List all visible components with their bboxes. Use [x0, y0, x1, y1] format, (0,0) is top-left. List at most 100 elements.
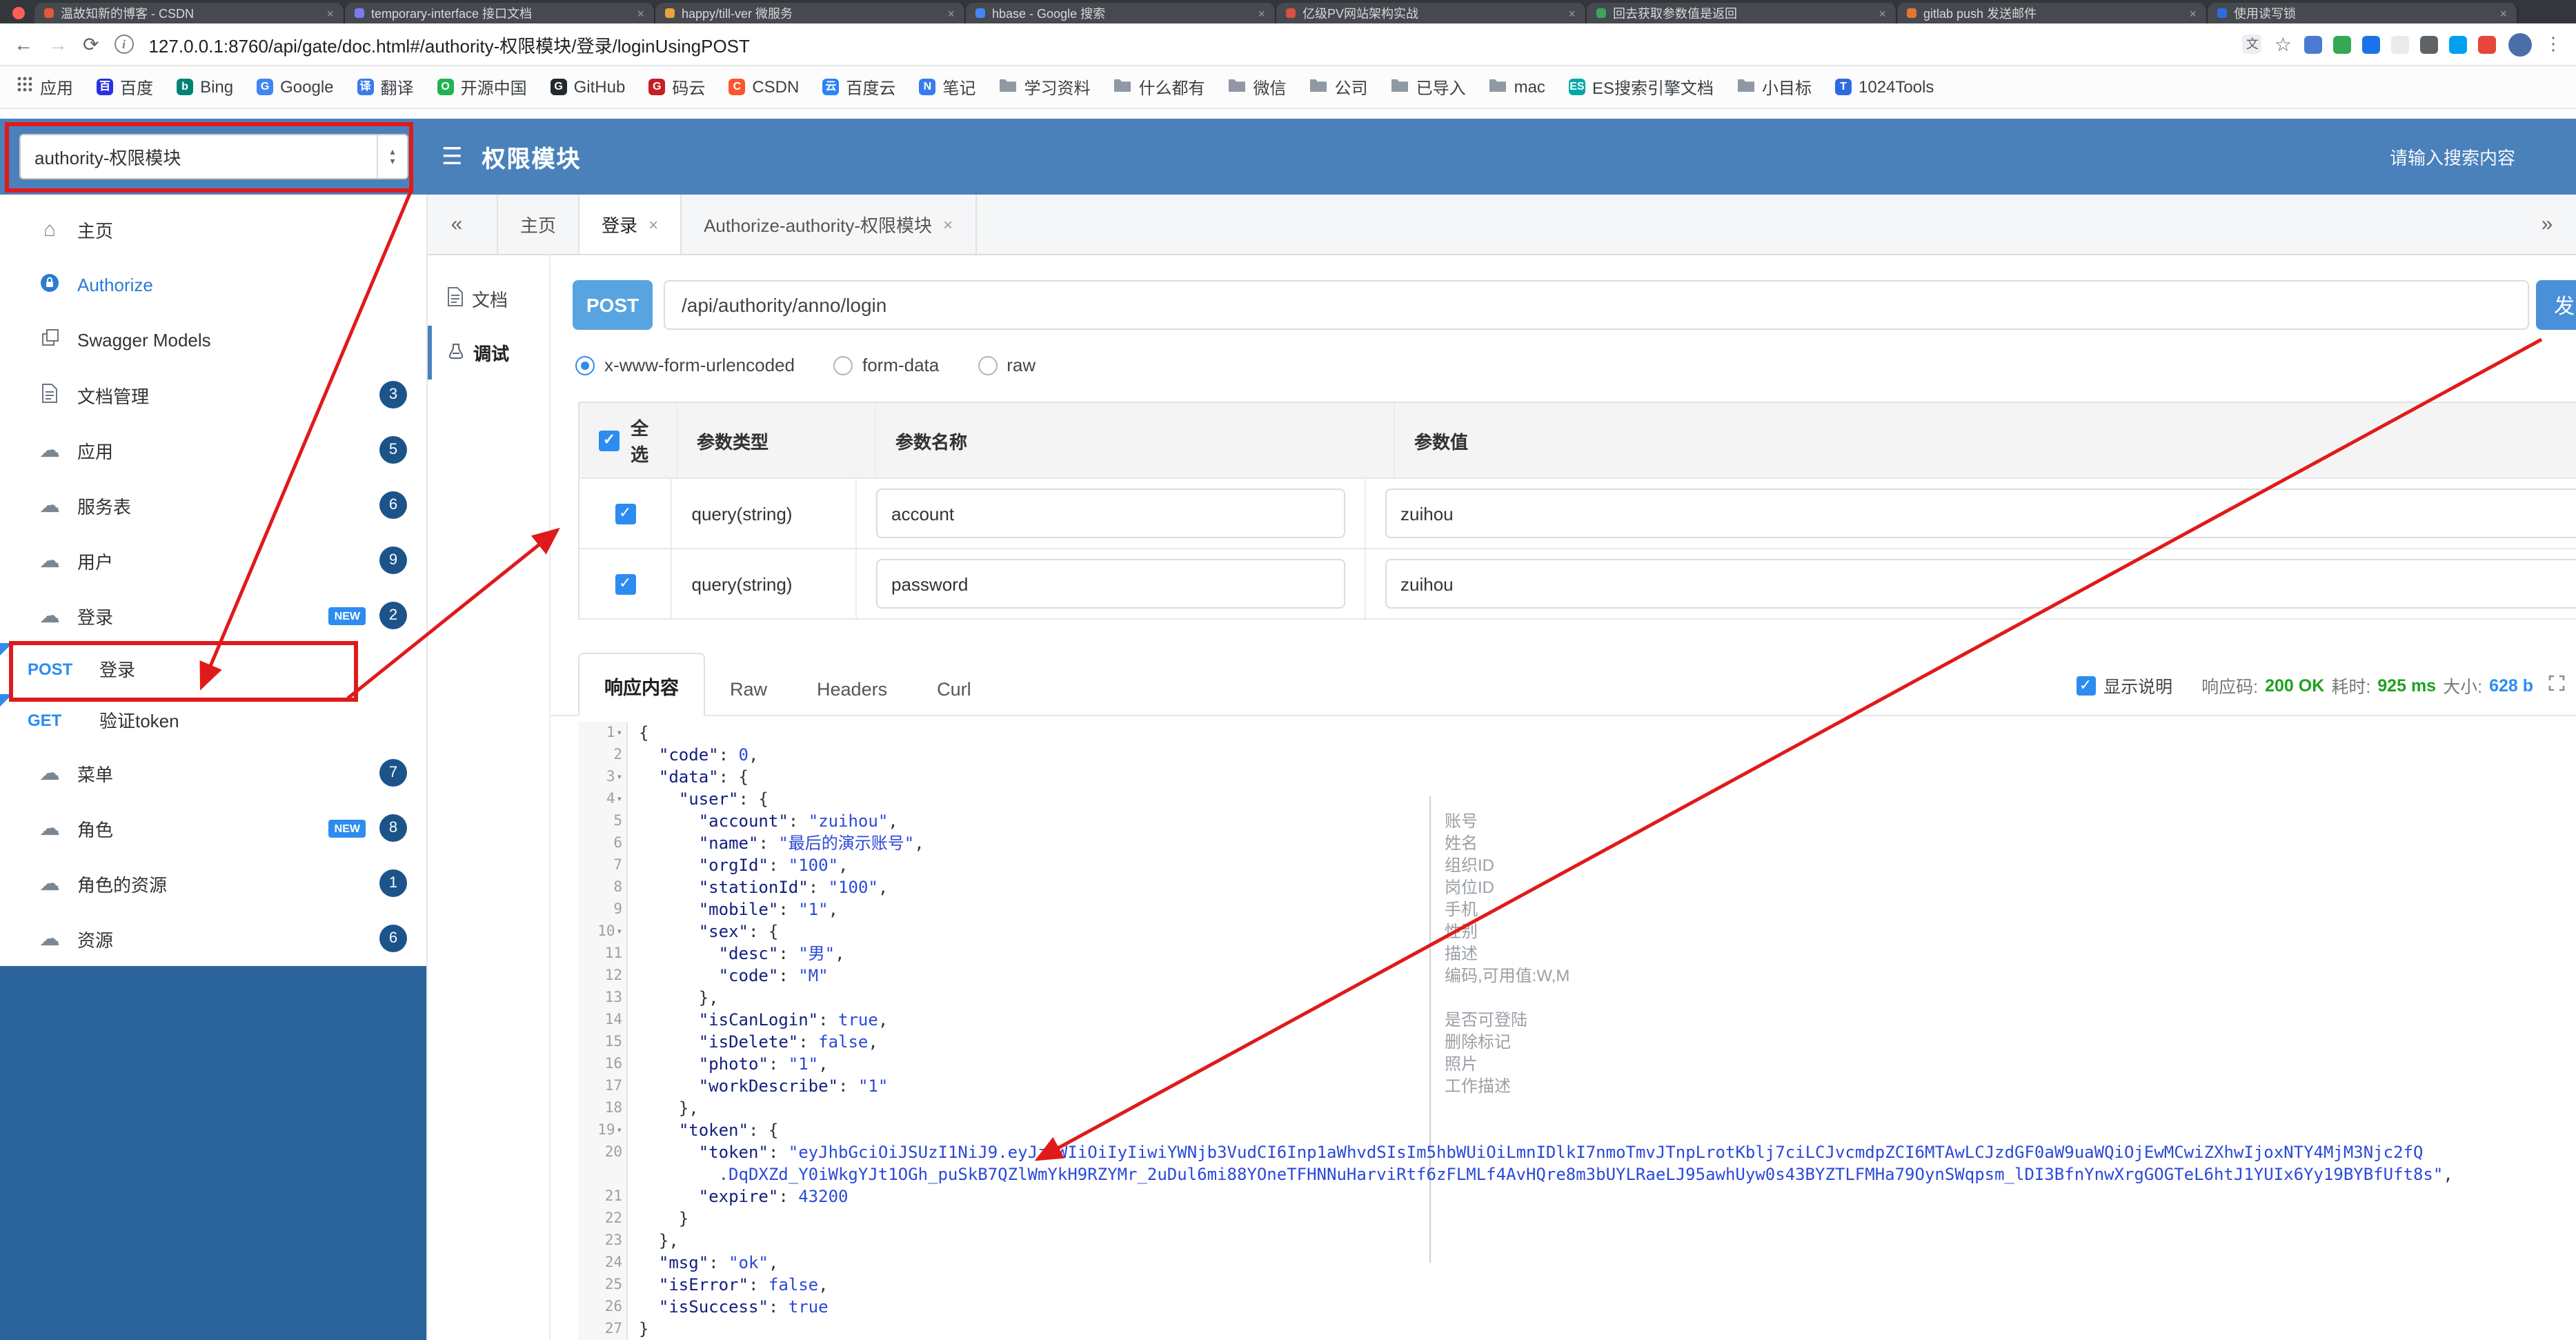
- bookmark-item[interactable]: 百百度: [97, 75, 153, 99]
- line-number[interactable]: 15: [578, 1031, 628, 1053]
- browser-tab[interactable]: 回去获取参数值是返回 ×: [1587, 3, 1897, 23]
- tab-close-icon[interactable]: ×: [2189, 6, 2197, 20]
- sidebar-item-1[interactable]: Authorize: [0, 257, 426, 312]
- param-value-input[interactable]: zuihou: [1385, 489, 2576, 538]
- radio-dot-icon[interactable]: [978, 355, 998, 375]
- header-search-placeholder[interactable]: 请输入搜索内容: [2390, 144, 2515, 170]
- line-number[interactable]: 13: [578, 987, 628, 1009]
- radio-dot-icon[interactable]: [833, 355, 853, 375]
- fold-caret-icon[interactable]: ▾: [617, 920, 622, 943]
- tab-close-icon[interactable]: ×: [947, 6, 955, 20]
- back-icon[interactable]: ←: [14, 33, 33, 55]
- extension-icon[interactable]: [2362, 35, 2380, 53]
- tab-close-icon[interactable]: ×: [637, 6, 644, 20]
- site-info-icon[interactable]: i: [114, 35, 134, 54]
- bookmark-item[interactable]: G 码云: [648, 75, 705, 99]
- sidebar-item-12[interactable]: ☁ 角色的资源 1: [0, 856, 426, 911]
- line-number[interactable]: 8: [578, 876, 628, 898]
- extension-icon[interactable]: [2304, 35, 2322, 53]
- extension-icon[interactable]: [2333, 35, 2351, 53]
- forward-icon[interactable]: →: [48, 33, 68, 55]
- bookmark-item[interactable]: 微信: [1229, 75, 1287, 99]
- bookmark-item[interactable]: G GitHub: [550, 77, 625, 97]
- param-checkbox[interactable]: ✓: [615, 573, 636, 594]
- sidebar-endpoint-post[interactable]: POST 登录: [0, 643, 426, 694]
- browser-tab[interactable]: 使用读写锁 ×: [2208, 3, 2518, 23]
- collapse-sidebar-icon[interactable]: «: [428, 195, 486, 254]
- param-checkbox[interactable]: ✓: [615, 503, 636, 524]
- sidebar-item-2[interactable]: Swagger Models: [0, 312, 426, 367]
- tab-close-icon[interactable]: ×: [2499, 6, 2507, 20]
- response-body-editor[interactable]: 1 ▾{2 "code": 0, 3 ▾ "data": {4 ▾ "user": {5…: [578, 716, 2576, 1340]
- browser-menu-icon[interactable]: ⋮: [2544, 33, 2562, 55]
- fold-caret-icon[interactable]: ▾: [617, 766, 622, 788]
- bookmark-item[interactable]: ES ES搜索引擎文档: [1568, 75, 1714, 99]
- response-tab[interactable]: Headers: [792, 661, 912, 715]
- extension-icon[interactable]: [2449, 35, 2467, 53]
- module-select[interactable]: authority-权限模块 ▴ ▾: [19, 134, 408, 179]
- line-number[interactable]: 23: [578, 1230, 628, 1252]
- content-tab-2[interactable]: Authorize-authority-权限模块 ×: [682, 195, 977, 254]
- bookmark-item[interactable]: 译翻译: [357, 75, 414, 99]
- radio-dot-icon[interactable]: [575, 355, 595, 375]
- doc-tab[interactable]: 文档: [428, 272, 549, 326]
- bookmark-item[interactable]: 已导入: [1391, 75, 1466, 99]
- line-number[interactable]: 26: [578, 1296, 628, 1318]
- line-number[interactable]: 21: [578, 1185, 628, 1208]
- line-number[interactable]: 14: [578, 1009, 628, 1031]
- tab-close-icon[interactable]: ×: [1568, 6, 1576, 20]
- sidebar-endpoint-get[interactable]: GET 验证token: [0, 694, 426, 745]
- bookmark-item[interactable]: O 开源中国: [437, 75, 527, 99]
- fullscreen-icon[interactable]: [2548, 675, 2565, 696]
- reload-icon[interactable]: ⟳: [83, 32, 99, 56]
- browser-tab[interactable]: 亿级PV网站架构实战 ×: [1276, 3, 1587, 23]
- bookmark-item[interactable]: 小目标: [1737, 75, 1812, 99]
- browser-tab[interactable]: hbase - Google 搜索 ×: [966, 3, 1276, 23]
- sidebar-item-5[interactable]: ☁ 服务表 6: [0, 477, 426, 533]
- response-tab[interactable]: 响应内容: [578, 653, 705, 716]
- sidebar-item-7[interactable]: ☁ 登录 NEW 2: [0, 588, 426, 643]
- extension-icon[interactable]: [2420, 35, 2438, 53]
- sidebar-item-3[interactable]: 文档管理 3: [0, 367, 426, 422]
- param-name-input[interactable]: account: [876, 489, 1345, 538]
- select-all-checkbox[interactable]: ✓: [599, 430, 620, 451]
- bookmark-item[interactable]: b Bing: [177, 77, 233, 97]
- bookmark-item[interactable]: G Google: [257, 77, 334, 97]
- line-number[interactable]: 4 ▾: [578, 788, 628, 810]
- browser-tab[interactable]: temporary-interface 接口文档 ×: [345, 3, 655, 23]
- extension-icon[interactable]: [2478, 35, 2496, 53]
- profile-avatar[interactable]: [2508, 32, 2532, 56]
- bookmark-item[interactable]: mac: [1489, 75, 1545, 99]
- sidebar-item-0[interactable]: ⌂ 主页: [0, 201, 426, 257]
- bookmark-item[interactable]: 应用: [17, 75, 73, 99]
- line-number[interactable]: 18: [578, 1097, 628, 1119]
- line-number[interactable]: 27: [578, 1318, 628, 1340]
- content-tab-0[interactable]: 主页: [497, 195, 580, 254]
- line-number[interactable]: 11: [578, 943, 628, 965]
- url-text[interactable]: 127.0.0.1:8760/api/gate/doc.html#/author…: [148, 31, 2227, 57]
- response-tab[interactable]: Raw: [705, 661, 792, 715]
- tab-close-icon[interactable]: ×: [1258, 6, 1265, 20]
- menu-burger-icon[interactable]: ☰: [442, 143, 463, 170]
- fold-caret-icon[interactable]: ▾: [617, 788, 622, 810]
- window-close-traffic-light[interactable]: [12, 7, 25, 19]
- translate-icon[interactable]: 文: [2242, 35, 2262, 54]
- content-type-radio[interactable]: raw: [978, 355, 1036, 375]
- line-number[interactable]: 12: [578, 965, 628, 987]
- line-number[interactable]: 22: [578, 1208, 628, 1230]
- line-number[interactable]: 1 ▾: [578, 722, 628, 744]
- bookmark-item[interactable]: T 1024Tools: [1835, 77, 1934, 97]
- bookmark-item[interactable]: C CSDN: [729, 77, 799, 97]
- line-number[interactable]: 10 ▾: [578, 920, 628, 943]
- bookmark-item[interactable]: 什么都有: [1113, 75, 1205, 99]
- expand-tabs-icon[interactable]: »: [2518, 195, 2576, 254]
- show-description-checkbox[interactable]: ✓: [2076, 676, 2096, 695]
- show-description-toggle[interactable]: ✓ 显示说明: [2076, 672, 2172, 698]
- bookmark-item[interactable]: 公司: [1310, 75, 1368, 99]
- line-number[interactable]: 16: [578, 1053, 628, 1075]
- content-type-radio[interactable]: x-www-form-urlencoded: [575, 355, 795, 375]
- line-number[interactable]: 6: [578, 832, 628, 854]
- fold-caret-icon[interactable]: ▾: [617, 722, 622, 744]
- line-number[interactable]: 20: [578, 1141, 628, 1185]
- tab-close-icon[interactable]: ×: [648, 215, 658, 234]
